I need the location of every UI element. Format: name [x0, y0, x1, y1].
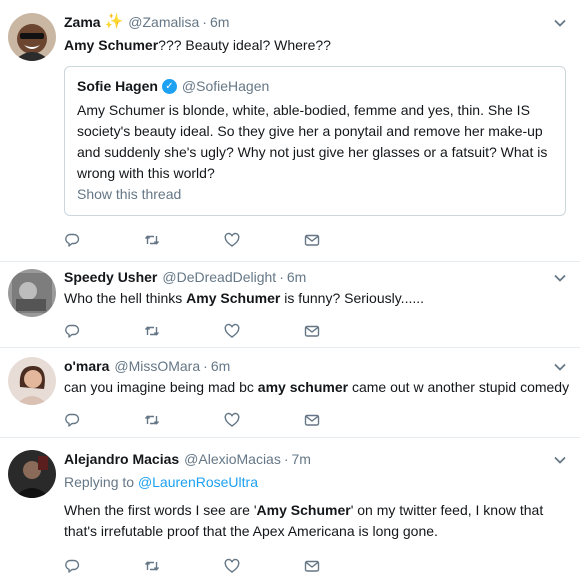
- direct-message-button[interactable]: [304, 230, 384, 250]
- envelope-icon: [304, 414, 320, 426]
- reply-button[interactable]: [64, 321, 144, 341]
- tweet-header: Alejandro Macias @AlexioMacias · 7m: [64, 438, 566, 468]
- bold-keyword: Amy Schumer: [186, 290, 281, 306]
- tweet-header: Zama ✨ @Zamalisa · 6m: [64, 0, 566, 31]
- reply-button[interactable]: [64, 230, 144, 250]
- retweet-icon: [144, 415, 160, 425]
- tweet-text: can you imagine being mad bc amy schumer…: [64, 377, 570, 398]
- tweet-feed: Zama ✨ @Zamalisa · 6m Amy Schumer??? Bea…: [0, 0, 580, 582]
- reply-button[interactable]: [64, 556, 144, 576]
- tweet-actions: [64, 230, 566, 250]
- separator-dot: ·: [202, 14, 207, 30]
- text-segment: When the first words I see are ': [64, 502, 257, 518]
- heart-icon: [224, 558, 240, 573]
- tweet-actions: [64, 410, 566, 430]
- replying-to: Replying to @LaurenRoseUltra: [64, 472, 566, 492]
- retweet-button[interactable]: [144, 410, 224, 430]
- quote-user-handle: @SofieHagen: [181, 78, 270, 94]
- tweet[interactable]: Zama ✨ @Zamalisa · 6m Amy Schumer??? Bea…: [0, 0, 580, 262]
- user-handle[interactable]: @DeDreadDelight: [162, 268, 276, 286]
- text-segment: Who the hell thinks: [64, 290, 187, 306]
- direct-message-button[interactable]: [304, 556, 384, 576]
- tweet-actions: [64, 556, 566, 576]
- tweet[interactable]: Alejandro Macias @AlexioMacias · 7m Repl…: [0, 438, 580, 582]
- quote-header: Sofie Hagen ✓ @SofieHagen: [77, 77, 553, 95]
- avatar[interactable]: [8, 357, 56, 405]
- text-segment: ??? Beauty ideal? Where??: [158, 37, 331, 53]
- user-handle[interactable]: @MissOMara: [114, 357, 200, 375]
- display-name[interactable]: Zama: [64, 13, 101, 31]
- quoted-tweet[interactable]: Sofie Hagen ✓ @SofieHagen Amy Schumer is…: [64, 66, 566, 216]
- chevron-down-icon[interactable]: [552, 270, 568, 286]
- reply-icon: [65, 413, 80, 427]
- show-thread-link[interactable]: Show this thread: [77, 186, 553, 202]
- heart-icon: [224, 323, 240, 338]
- user-handle[interactable]: @AlexioMacias: [184, 450, 281, 468]
- avatar[interactable]: [8, 450, 56, 498]
- retweet-icon: [144, 235, 160, 245]
- direct-message-button[interactable]: [304, 321, 384, 341]
- quote-display-name: Sofie Hagen: [77, 78, 158, 94]
- heart-icon: [224, 412, 240, 427]
- envelope-icon: [304, 234, 320, 246]
- text-segment: can you imagine being mad bc: [64, 379, 258, 395]
- reply-button[interactable]: [64, 410, 144, 430]
- tweet-actions: [64, 321, 566, 341]
- bold-keyword: Amy Schumer: [256, 502, 351, 518]
- display-name[interactable]: Speedy Usher: [64, 268, 157, 286]
- tweet[interactable]: Speedy Usher @DeDreadDelight · 6m Who th…: [0, 262, 580, 348]
- like-button[interactable]: [224, 556, 304, 576]
- tweet-header: o'mara @MissOMara · 6m: [64, 348, 566, 375]
- like-button[interactable]: [224, 321, 304, 341]
- separator-dot: ·: [283, 451, 289, 467]
- tweet-text: Amy Schumer??? Beauty ideal? Where??: [64, 35, 566, 56]
- heart-icon: [224, 232, 240, 247]
- timestamp[interactable]: 6m: [210, 13, 229, 31]
- avatar[interactable]: [8, 13, 56, 61]
- replying-to-label: Replying to: [64, 474, 135, 490]
- like-button[interactable]: [224, 410, 304, 430]
- separator-dot: ·: [203, 358, 208, 374]
- envelope-icon: [304, 560, 320, 572]
- like-button[interactable]: [224, 230, 304, 250]
- reply-icon: [65, 233, 80, 247]
- separator-dot: ·: [279, 269, 284, 285]
- tweet-text: Who the hell thinks Amy Schumer is funny…: [64, 288, 566, 309]
- timestamp[interactable]: 6m: [211, 357, 230, 375]
- reply-icon: [65, 324, 80, 338]
- chevron-down-icon[interactable]: [552, 452, 568, 468]
- display-name[interactable]: Alejandro Macias: [64, 450, 179, 468]
- user-handle[interactable]: @Zamalisa: [128, 13, 199, 31]
- retweet-icon: [144, 326, 160, 336]
- bold-keyword: amy schumer: [257, 379, 349, 395]
- chevron-down-icon[interactable]: [552, 359, 568, 375]
- retweet-button[interactable]: [144, 321, 224, 341]
- text-segment: is funny? Seriously......: [280, 290, 425, 306]
- tweet-header: Speedy Usher @DeDreadDelight · 6m: [64, 262, 566, 286]
- reply-icon: [65, 559, 80, 573]
- replying-to-link[interactable]: @LaurenRoseUltra: [138, 474, 258, 490]
- sparkles-icon: ✨: [104, 13, 124, 30]
- retweet-button[interactable]: [144, 230, 224, 250]
- avatar[interactable]: [8, 269, 56, 317]
- tweet-text: When the first words I see are 'Amy Schu…: [64, 500, 566, 542]
- timestamp[interactable]: 7m: [292, 450, 311, 468]
- timestamp[interactable]: 6m: [287, 268, 306, 286]
- quote-text: Amy Schumer is blonde, white, able-bodie…: [77, 102, 548, 181]
- envelope-icon: [304, 325, 320, 337]
- retweet-button[interactable]: [144, 556, 224, 576]
- text-segment: came out w another stupid comedy: [348, 379, 570, 395]
- verified-badge-icon: ✓: [161, 78, 177, 94]
- direct-message-button[interactable]: [304, 410, 384, 430]
- chevron-down-icon[interactable]: [552, 15, 568, 31]
- bold-keyword: Amy Schumer: [64, 37, 159, 53]
- display-name[interactable]: o'mara: [64, 357, 109, 375]
- retweet-icon: [144, 561, 160, 571]
- tweet[interactable]: o'mara @MissOMara · 6m can you imagine b…: [0, 348, 580, 438]
